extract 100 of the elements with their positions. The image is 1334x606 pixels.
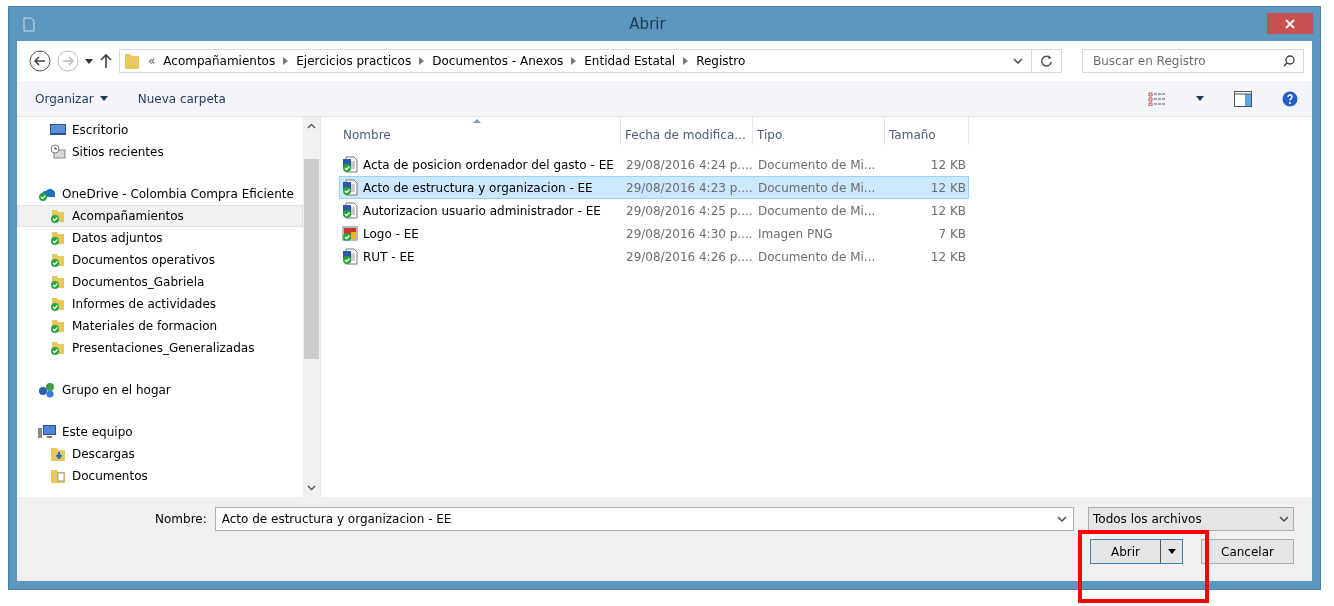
window-title: Abrir bbox=[628, 15, 667, 33]
file-size: 7 KB bbox=[937, 226, 967, 241]
synced-document-icon bbox=[342, 179, 358, 196]
document-icon bbox=[23, 16, 35, 32]
breadcrumb-item[interactable]: Entidad Estatal bbox=[584, 54, 676, 68]
nav-item[interactable]: Materiales de formacion bbox=[17, 315, 303, 337]
sort-arrow-icon bbox=[473, 119, 481, 123]
scrollbar-thumb[interactable] bbox=[304, 159, 319, 359]
nav-item[interactable]: Acompañamientos bbox=[17, 205, 303, 227]
breadcrumb-item[interactable]: Documentos - Anexos bbox=[432, 54, 564, 68]
file-name: Acta de posicion ordenador del gasto - EE bbox=[363, 157, 614, 172]
chevron-icon bbox=[571, 57, 577, 65]
column-header[interactable]: Fecha de modifica... bbox=[621, 117, 753, 145]
help-icon[interactable] bbox=[1282, 90, 1298, 107]
organize-menu[interactable]: Organizar bbox=[35, 89, 108, 108]
close-icon bbox=[1285, 18, 1295, 29]
synced-folder-icon bbox=[50, 296, 66, 312]
breadcrumb-item[interactable]: Acompañamientos bbox=[163, 54, 276, 68]
documents-folder-icon bbox=[50, 468, 66, 484]
address-bar[interactable]: « Acompañamientos Ejercicios practicos Documentos - Anexos Entidad Estatal Registro bbox=[119, 49, 1062, 73]
file-name: RUT - EE bbox=[363, 249, 415, 264]
synced-folder-icon bbox=[50, 230, 66, 246]
file-date: 29/08/2016 4:25 p.... bbox=[625, 203, 754, 218]
chevron-icon bbox=[419, 57, 425, 65]
file-type: Documento de Mi... bbox=[757, 249, 877, 264]
file-name-field[interactable]: Acto de estructura y organizacion - EE bbox=[214, 507, 1074, 531]
synced-folder-icon bbox=[50, 318, 66, 334]
name-label: Nombre: bbox=[155, 512, 207, 526]
up-button[interactable] bbox=[99, 53, 113, 69]
breadcrumb-overflow[interactable]: « bbox=[148, 54, 156, 68]
synced-document-icon bbox=[342, 248, 358, 265]
clock-computer-icon bbox=[50, 144, 66, 160]
file-date: 29/08/2016 4:30 p.... bbox=[625, 226, 754, 241]
history-dropdown[interactable] bbox=[85, 58, 93, 64]
nav-item[interactable]: OneDrive - Colombia Compra Eficiente bbox=[17, 183, 303, 205]
column-header[interactable]: Nombre bbox=[339, 117, 621, 145]
nav-item[interactable]: Descargas bbox=[17, 443, 303, 465]
nav-item[interactable]: Escritorio bbox=[17, 119, 303, 141]
file-type: Documento de Mi... bbox=[757, 203, 877, 218]
file-size: 12 KB bbox=[929, 249, 967, 264]
file-row[interactable]: Autorizacion usuario administrador - EE 29/08/2016 4:25 p.... Documento de Mi... 12 KB bbox=[339, 199, 969, 222]
nav-item[interactable]: Sitios recientes bbox=[17, 141, 303, 163]
search-field[interactable]: Buscar en Registro bbox=[1082, 49, 1304, 73]
download-folder-icon bbox=[50, 446, 66, 462]
breadcrumb-item[interactable]: Ejercicios practicos bbox=[296, 54, 412, 68]
nav-item[interactable]: Documentos operativos bbox=[17, 249, 303, 271]
file-row[interactable]: Logo - EE 29/08/2016 4:30 p.... Imagen PNG 7 KB bbox=[339, 222, 969, 245]
scrollbar[interactable] bbox=[303, 117, 320, 497]
synced-folder-icon bbox=[50, 208, 66, 224]
breadcrumb-item[interactable]: Registro bbox=[696, 54, 746, 68]
file-type: Documento de Mi... bbox=[757, 180, 877, 195]
close-button[interactable] bbox=[1267, 13, 1313, 34]
column-header[interactable]: Tipo bbox=[753, 117, 885, 145]
nav-item[interactable]: Grupo en el hogar bbox=[17, 379, 303, 401]
cancel-button[interactable]: Cancelar bbox=[1201, 539, 1294, 564]
view-list-icon[interactable] bbox=[1148, 91, 1166, 106]
monitor-icon bbox=[50, 123, 66, 137]
file-date: 29/08/2016 4:23 p.... bbox=[625, 180, 754, 195]
file-type-dropdown[interactable]: Todos los archivos bbox=[1088, 507, 1294, 531]
new-folder-button[interactable]: Nueva carpeta bbox=[137, 89, 226, 108]
split-caret-icon bbox=[1167, 549, 1176, 554]
synced-image-icon bbox=[342, 225, 358, 242]
file-size: 12 KB bbox=[929, 157, 967, 172]
nav-item[interactable]: Documentos bbox=[17, 465, 303, 487]
file-type: Documento de Mi... bbox=[757, 157, 877, 172]
chevron-down-icon bbox=[1279, 516, 1289, 522]
synced-folder-icon bbox=[50, 252, 66, 268]
file-row[interactable]: Acta de posicion ordenador del gasto - EE 29/08/2016 4:24 p.... Documento de Mi... 12 KB bbox=[339, 153, 969, 176]
open-button[interactable]: Abrir bbox=[1090, 539, 1183, 564]
nav-item[interactable]: Presentaciones_Generalizadas bbox=[17, 337, 303, 359]
chevron-icon bbox=[683, 57, 689, 65]
synced-folder-icon bbox=[50, 274, 66, 290]
file-size: 12 KB bbox=[929, 203, 967, 218]
nav-item[interactable]: Informes de actividades bbox=[17, 293, 303, 315]
computer-icon bbox=[38, 424, 56, 440]
back-button[interactable] bbox=[29, 50, 51, 72]
file-name: Acto de estructura y organizacion - EE bbox=[363, 180, 593, 195]
scroll-down-icon[interactable] bbox=[307, 485, 316, 491]
file-name: Autorizacion usuario administrador - EE bbox=[363, 203, 601, 218]
chevron-down-icon bbox=[1057, 516, 1067, 522]
column-header[interactable]: Tamaño bbox=[885, 117, 969, 145]
file-date: 29/08/2016 4:24 p.... bbox=[625, 157, 754, 172]
scroll-up-icon[interactable] bbox=[307, 123, 316, 129]
file-type: Imagen PNG bbox=[757, 226, 834, 241]
nav-item[interactable]: Documentos_Gabriela bbox=[17, 271, 303, 293]
file-size: 12 KB bbox=[929, 180, 967, 195]
nav-item[interactable]: Datos adjuntos bbox=[17, 227, 303, 249]
file-name-input[interactable]: Acto de estructura y organizacion - EE bbox=[219, 511, 1057, 527]
chevron-icon bbox=[283, 57, 289, 65]
chevron-down-icon[interactable] bbox=[1013, 58, 1023, 64]
file-date: 29/08/2016 4:26 p.... bbox=[625, 249, 754, 264]
file-row[interactable]: Acto de estructura y organizacion - EE 29/08/2016 4:23 p.... Documento de Mi... 12 KB bbox=[339, 176, 969, 199]
file-name: Logo - EE bbox=[363, 226, 419, 241]
preview-pane-icon[interactable] bbox=[1234, 90, 1252, 107]
synced-folder-icon bbox=[50, 340, 66, 356]
view-caret-icon bbox=[1196, 96, 1204, 101]
homegroup-icon bbox=[38, 382, 56, 398]
nav-item[interactable]: Este equipo bbox=[17, 421, 303, 443]
search-icon bbox=[1283, 55, 1295, 67]
file-row[interactable]: RUT - EE 29/08/2016 4:26 p.... Documento de Mi... 12 KB bbox=[339, 245, 969, 268]
